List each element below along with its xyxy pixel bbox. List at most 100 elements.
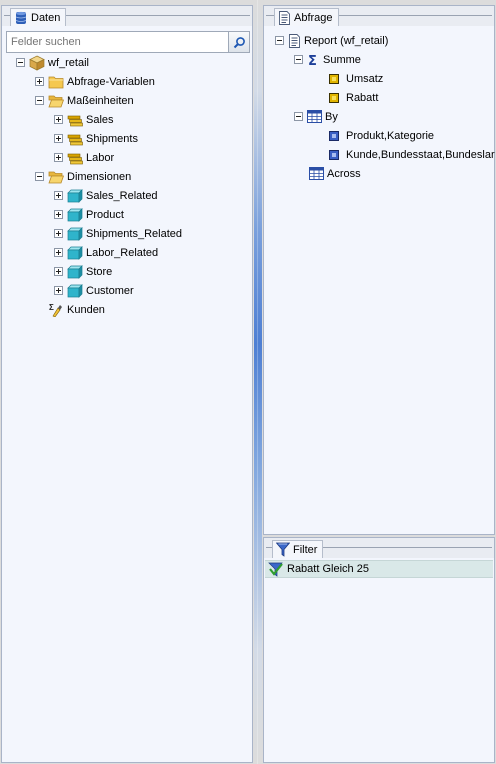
tree-node-label: Abfrage-Variablen <box>67 75 155 88</box>
collapse-toggle[interactable] <box>275 36 284 45</box>
field-search-input[interactable] <box>7 32 229 52</box>
query-panel: Abfrage Report (wf_retail) Σ Summe Umsat… <box>263 5 495 535</box>
query-node-rabatt[interactable]: Rabatt <box>329 88 378 107</box>
tree-node-customer[interactable]: Customer <box>54 281 134 300</box>
panel-splitter[interactable] <box>254 0 262 764</box>
open-folder-icon <box>48 95 64 107</box>
tree-node-label: Store <box>86 265 113 278</box>
expand-toggle[interactable] <box>35 77 44 86</box>
dimension-field-icon <box>329 130 339 141</box>
measure-group-icon <box>67 153 83 164</box>
dimension-cube-icon <box>67 226 83 241</box>
expand-toggle[interactable] <box>54 229 63 238</box>
measure-field-icon <box>329 92 339 103</box>
dimension-cube-icon <box>67 264 83 279</box>
tree-node-label: Produkt,Kategorie <box>346 129 435 142</box>
expand-toggle[interactable] <box>54 115 63 124</box>
dimension-cube-icon <box>67 188 83 203</box>
dimension-field-icon <box>329 149 339 160</box>
sigma-icon: Σ <box>308 54 317 67</box>
expand-toggle[interactable] <box>54 286 63 295</box>
field-search <box>6 31 250 53</box>
funnel-check-icon <box>268 562 283 577</box>
tree-node-store[interactable]: Store <box>54 262 112 281</box>
tree-node-abfrage-variablen[interactable]: Abfrage-Variablen <box>35 72 155 91</box>
tree-node-masseinheiten[interactable]: Maßeinheiten <box>35 91 134 110</box>
magnifier-icon <box>233 36 245 48</box>
grid-icon <box>309 167 324 180</box>
measure-field-icon <box>329 73 339 84</box>
tree-node-label: Product <box>86 208 124 221</box>
query-node-report[interactable]: Report (wf_retail) <box>275 31 388 50</box>
tree-node-kunden[interactable]: Σ Kunden <box>48 300 105 319</box>
tree-node-label: Report (wf_retail) <box>304 34 389 47</box>
tree-node-label: Summe <box>323 53 361 66</box>
query-panel-tab: Abfrage <box>274 8 339 26</box>
tree-node-root[interactable]: wf_retail <box>16 53 89 72</box>
filter-item-label: Rabatt Gleich 25 <box>287 563 369 575</box>
measure-group-icon <box>67 134 83 145</box>
data-panel-title: Daten <box>31 11 61 24</box>
filter-item[interactable]: Rabatt Gleich 25 <box>265 560 493 578</box>
tree-node-label: Across <box>327 167 361 180</box>
filter-panel-title: Filter <box>293 543 318 556</box>
collapse-toggle[interactable] <box>294 55 303 64</box>
tree-node-label: Kunde,Bundesstaat,Bundeslar <box>346 148 495 161</box>
tree-node-label: Sales <box>86 113 114 126</box>
tree-node-label: Rabatt <box>346 91 379 104</box>
computed-field-icon: Σ <box>49 303 62 317</box>
tree-node-sales[interactable]: Sales <box>54 110 114 129</box>
query-node-across[interactable]: Across <box>309 164 361 183</box>
svg-text:Σ: Σ <box>49 303 54 312</box>
dimension-cube-icon <box>67 283 83 298</box>
expand-toggle[interactable] <box>54 210 63 219</box>
query-node-umsatz[interactable]: Umsatz <box>329 69 383 88</box>
tree-node-label: Labor_Related <box>86 246 159 259</box>
tree-node-labor-related[interactable]: Labor_Related <box>54 243 158 262</box>
tree-node-label: wf_retail <box>48 56 89 69</box>
expand-toggle[interactable] <box>54 267 63 276</box>
tree-node-label: Dimensionen <box>67 170 132 183</box>
query-node-kunde-bundesstaat[interactable]: Kunde,Bundesstaat,Bundeslar <box>329 145 495 164</box>
tree-node-label: Customer <box>86 284 134 297</box>
query-panel-title: Abfrage <box>294 11 333 24</box>
query-node-by[interactable]: By <box>294 107 338 126</box>
filter-panel-tab: Filter <box>272 540 324 558</box>
tree-node-label: Maßeinheiten <box>67 94 134 107</box>
collapse-toggle[interactable] <box>35 96 44 105</box>
expand-toggle[interactable] <box>54 153 63 162</box>
tree-node-shipments-related[interactable]: Shipments_Related <box>54 224 182 243</box>
data-panel: Daten wf_retail <box>1 5 253 763</box>
tree-node-label: Umsatz <box>346 72 384 85</box>
tree-node-dimensionen[interactable]: Dimensionen <box>35 167 131 186</box>
tree-node-shipments[interactable]: Shipments <box>54 129 138 148</box>
search-button[interactable] <box>228 32 249 52</box>
tree-node-labor[interactable]: Labor <box>54 148 114 167</box>
query-node-summe[interactable]: Σ Summe <box>294 50 361 69</box>
query-node-produkt-kategorie[interactable]: Produkt,Kategorie <box>329 126 434 145</box>
filter-panel-header: Filter <box>264 538 494 558</box>
tree-node-label: Shipments_Related <box>86 227 183 240</box>
tree-node-label: Sales_Related <box>86 189 158 202</box>
report-page-icon <box>289 33 300 48</box>
report-page-icon <box>279 10 290 25</box>
collapse-toggle[interactable] <box>35 172 44 181</box>
tree-node-product[interactable]: Product <box>54 205 124 224</box>
database-icon <box>15 11 27 24</box>
collapse-toggle[interactable] <box>294 112 303 121</box>
tree-node-sales-related[interactable]: Sales_Related <box>54 186 158 205</box>
folder-icon <box>48 76 64 88</box>
collapse-toggle[interactable] <box>16 58 25 67</box>
expand-toggle[interactable] <box>54 134 63 143</box>
tree-node-label: Labor <box>86 151 115 164</box>
open-folder-icon <box>48 171 64 183</box>
grid-icon <box>307 110 322 123</box>
cube-icon <box>29 55 45 71</box>
funnel-icon <box>276 542 290 557</box>
tree-node-label: Kunden <box>67 303 105 316</box>
expand-toggle[interactable] <box>54 191 63 200</box>
dimension-cube-icon <box>67 207 83 222</box>
expand-toggle[interactable] <box>54 248 63 257</box>
filter-panel: Filter Rabatt Gleich 25 <box>263 537 495 763</box>
tree-node-label: Shipments <box>86 132 138 145</box>
